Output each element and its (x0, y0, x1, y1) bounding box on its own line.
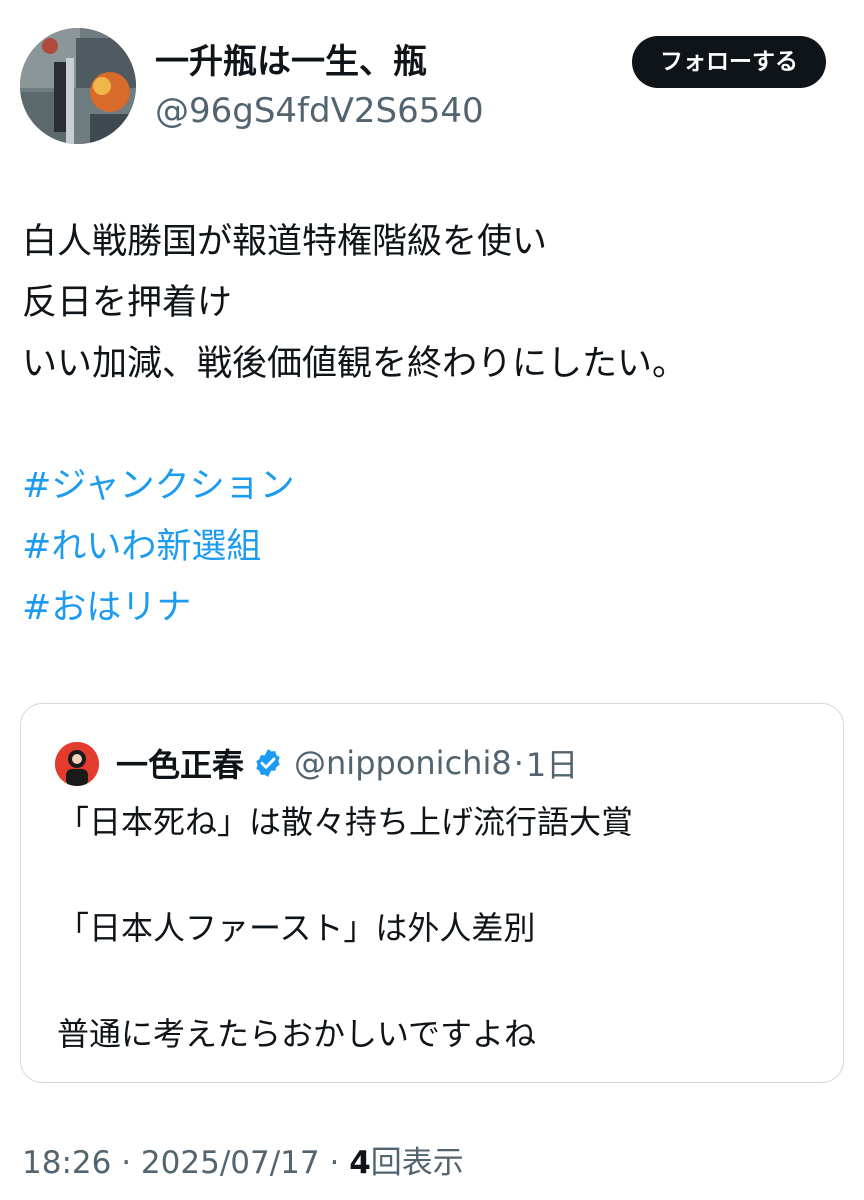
quoted-tweet-card[interactable]: 一色正春 @nipponichi8 · 1日 「日本死ね」は散々持ち上げ流行語大… (20, 703, 844, 1083)
hashtag-link[interactable]: #ジャンクション (22, 456, 842, 517)
tweet-line: 反日を押着け (22, 283, 233, 323)
views-label[interactable]: 回表示 (371, 1145, 464, 1181)
tweet-line: 白人戦勝国が報道特権階級を使い (22, 222, 548, 262)
quoted-tweet-text: 「日本死ね」は散々持ち上げ流行語大賞 「日本人ファースト」は外人差別 普通に考え… (57, 796, 827, 1061)
follow-button[interactable]: フォローする (632, 36, 826, 88)
verified-badge-icon (256, 749, 280, 777)
author-display-name[interactable]: 一升瓶は一生、瓶 (155, 38, 427, 86)
quoted-avatar-icon (55, 742, 99, 786)
quoted-tweet-time[interactable]: 1日 (526, 740, 578, 786)
separator-dot: · (513, 744, 524, 782)
quoted-tweet-line: 普通に考えたらおかしいですよね (57, 1015, 537, 1053)
tweet-text: 白人戦勝国が報道特権階級を使い 反日を押着け いい加減、戦後価値観を終わりにした… (22, 212, 842, 639)
tweet-line: いい加減、戦後価値観を終わりにしたい。 (22, 344, 688, 384)
quoted-tweet-header: 一色正春 @nipponichi8 · 1日 (116, 738, 578, 788)
quoted-tweet-line: 「日本死ね」は散々持ち上げ流行語大賞 (57, 803, 634, 841)
views-count[interactable]: 4 (349, 1145, 371, 1181)
quoted-author-handle[interactable]: @nipponichi8 (294, 744, 512, 782)
author-avatar[interactable] (20, 28, 136, 144)
separator-dot: · (121, 1145, 132, 1181)
separator-dot: · (329, 1145, 340, 1181)
tweet-meta: 18:26 · 2025/07/17 · 4回表示 (22, 1138, 464, 1188)
author-handle[interactable]: @96gS4fdV2S6540 (155, 88, 484, 134)
tweet-time[interactable]: 18:26 (22, 1145, 111, 1181)
quoted-author-avatar[interactable] (55, 742, 99, 786)
quoted-tweet-line: 「日本人ファースト」は外人差別 (57, 909, 536, 947)
abstract-painting-avatar-icon (20, 28, 136, 144)
hashtag-link[interactable]: #れいわ新選組 (22, 517, 842, 578)
hashtag-link[interactable]: #おはリナ (22, 578, 842, 639)
quoted-author-name[interactable]: 一色正春 (116, 740, 244, 786)
tweet-date[interactable]: 2025/07/17 (141, 1145, 320, 1181)
